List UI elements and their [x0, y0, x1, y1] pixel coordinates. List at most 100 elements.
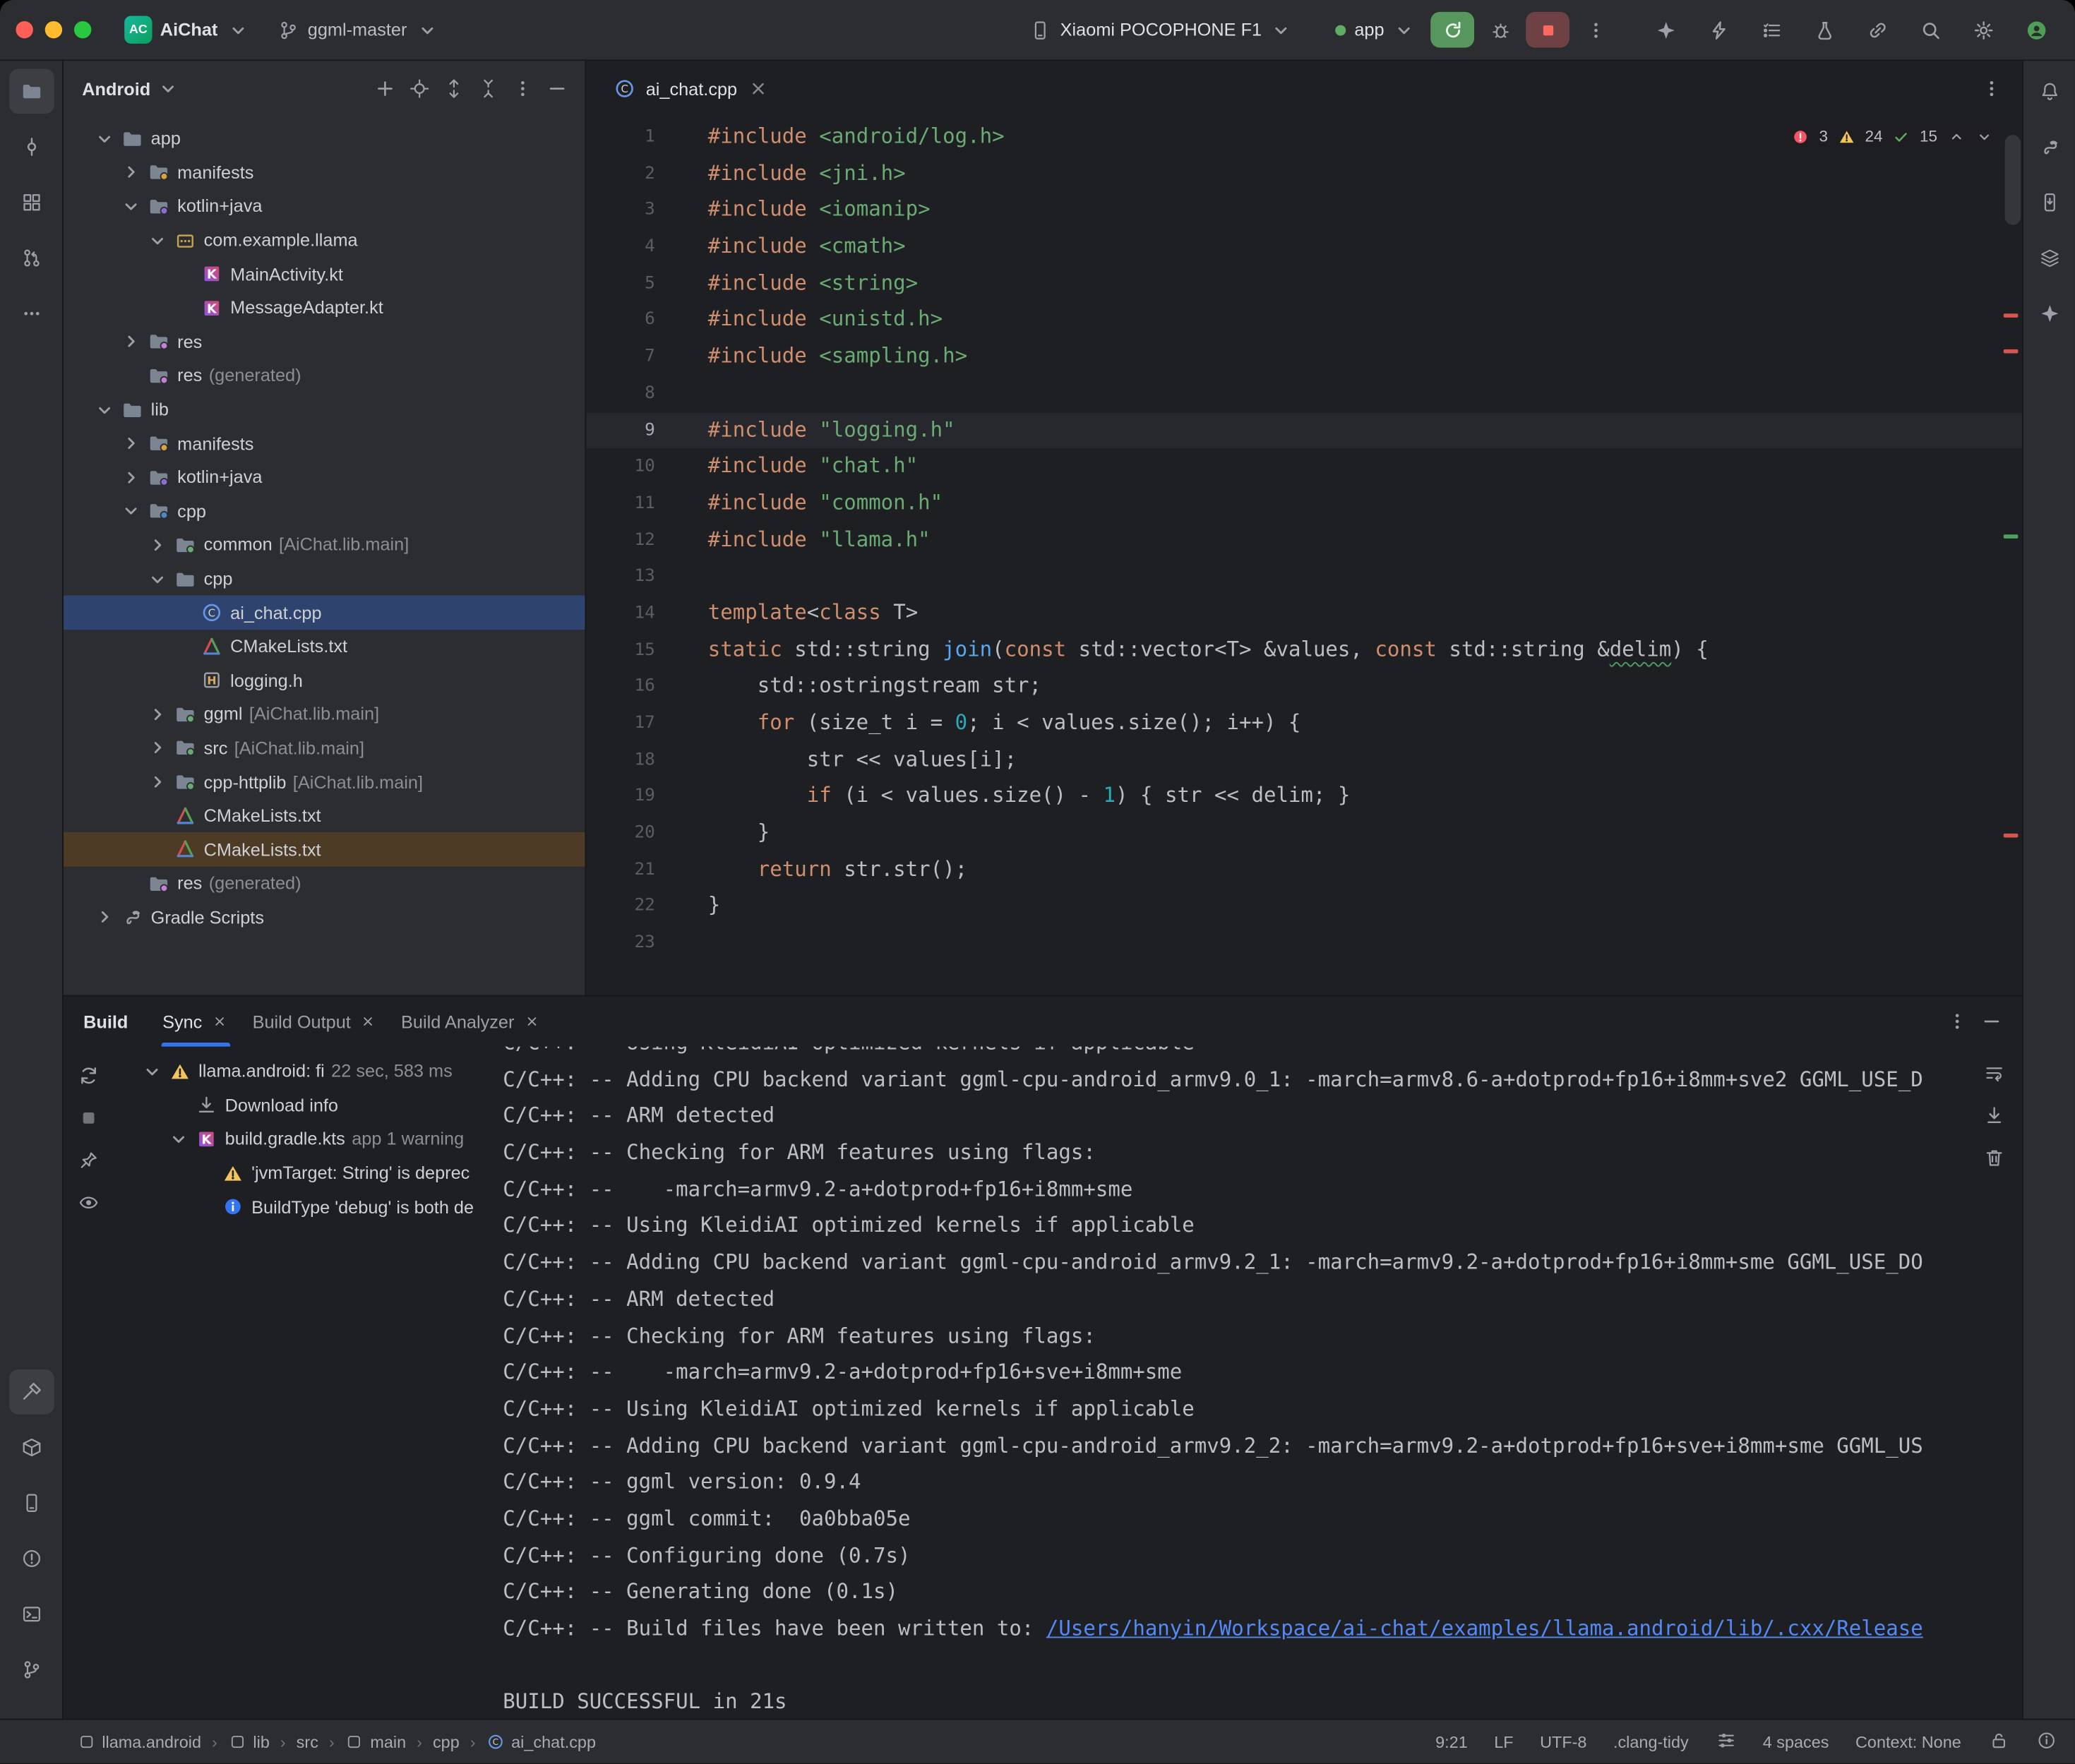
zoom-window-button[interactable] — [74, 21, 91, 38]
line-number[interactable]: 11 — [586, 486, 654, 522]
close-icon[interactable] — [522, 1012, 541, 1031]
breadcrumb-item-src[interactable]: src — [294, 1732, 321, 1751]
tree-item-src[interactable]: src [AiChat.lib.main] — [64, 731, 585, 765]
tool-strip-notifications[interactable] — [2027, 68, 2072, 114]
tool-strip-build[interactable] — [8, 1369, 54, 1415]
code-line-15[interactable]: 15static std::string join(const std::vec… — [586, 632, 2022, 668]
device-selector[interactable]: Xiaomi POCOPHONE F1 — [1019, 13, 1303, 47]
tool-strip-packages[interactable] — [8, 1425, 54, 1470]
run-configuration-selector[interactable]: app — [1327, 13, 1425, 47]
tool-strip-gradle[interactable] — [2027, 124, 2072, 169]
options-kebab-button[interactable] — [506, 71, 540, 106]
line-number[interactable]: 1 — [586, 119, 654, 156]
chev-right-icon[interactable] — [119, 431, 143, 455]
collapse-all-button[interactable] — [471, 71, 506, 106]
chev-down-icon[interactable] — [119, 499, 143, 523]
code-line-16[interactable]: 16 std::ostringstream str; — [586, 668, 2022, 705]
code-line-3[interactable]: 3#include <iomanip> — [586, 192, 2022, 229]
line-number[interactable]: 17 — [586, 705, 654, 742]
code-line-13[interactable]: 13 — [586, 558, 2022, 595]
tree-item-cmakelists-txt[interactable]: CMakeLists.txt — [64, 799, 585, 833]
tree-item-res[interactable]: res — [64, 325, 585, 359]
search-everywhere-button[interactable] — [1910, 12, 1951, 48]
editor-scrollbar[interactable] — [2005, 135, 2021, 224]
code-line-20[interactable]: 20 } — [586, 815, 2022, 852]
tree-item-llama-android-fi[interactable]: llama.android: fi 22 sec, 583 ms — [114, 1055, 500, 1088]
line-number[interactable]: 7 — [586, 339, 654, 376]
status-lock-widget[interactable] — [1987, 1729, 2009, 1754]
code-line-4[interactable]: 4#include <cmath> — [586, 229, 2022, 265]
tree-item-res[interactable]: res (generated) — [64, 359, 585, 392]
line-number[interactable]: 10 — [586, 449, 654, 486]
eye-button[interactable] — [71, 1184, 107, 1220]
tree-item-jvmtarget-string-is-deprec[interactable]: 'jvmTarget: String' is deprec — [114, 1156, 500, 1190]
breadcrumb-item-main[interactable]: main — [342, 1732, 409, 1751]
project-view-mode-selector[interactable]: Android — [82, 77, 179, 101]
editor-tab-ai-chat-cpp[interactable]: C ai_chat.cpp — [599, 61, 784, 116]
tool-strip-terminal[interactable] — [8, 1592, 54, 1637]
vcs-branch-widget[interactable]: ggml-master — [267, 13, 448, 47]
chev-down-icon[interactable] — [92, 127, 116, 151]
line-number[interactable]: 12 — [586, 522, 654, 559]
code-line-7[interactable]: 7#include <sampling.h> — [586, 339, 2022, 376]
status-formatter-widget[interactable] — [1715, 1729, 1736, 1754]
code-line-17[interactable]: 17 for (size_t i = 0; i < values.size();… — [586, 705, 2022, 742]
status-widget-utf-8[interactable]: UTF-8 — [1540, 1732, 1586, 1751]
line-number[interactable]: 2 — [586, 156, 654, 193]
close-tab-icon[interactable] — [746, 77, 770, 101]
run-anything-button[interactable] — [1698, 12, 1739, 48]
stop-square-button[interactable] — [71, 1100, 107, 1136]
tool-strip-device-explorer[interactable] — [2027, 180, 2072, 225]
tree-item-app[interactable]: app — [64, 121, 585, 155]
line-number[interactable]: 6 — [586, 302, 654, 339]
status-info-outline-widget[interactable] — [2035, 1729, 2057, 1754]
tool-strip-assistant[interactable] — [2027, 291, 2072, 336]
tree-item-manifests[interactable]: manifests — [64, 155, 585, 189]
tree-item-manifests[interactable]: manifests — [64, 426, 585, 460]
close-window-button[interactable] — [16, 21, 32, 38]
inspection-widget[interactable]: 3 24 15 — [1783, 124, 2001, 148]
rerun-button[interactable] — [1430, 12, 1474, 48]
more-run-options-button[interactable] — [1574, 12, 1615, 48]
expand-all-button[interactable] — [437, 71, 472, 106]
tree-item-common[interactable]: common [AiChat.lib.main] — [64, 528, 585, 562]
code-line-10[interactable]: 10#include "chat.h" — [586, 449, 2022, 486]
tree-item-ai-chat-cpp[interactable]: Cai_chat.cpp — [64, 596, 585, 630]
chev-right-icon[interactable] — [145, 736, 169, 760]
tree-item-gradle-scripts[interactable]: Gradle Scripts — [64, 901, 585, 935]
chev-right-icon[interactable] — [119, 465, 143, 489]
plus-button[interactable] — [368, 71, 402, 106]
build-tab-build-output[interactable]: Build Output — [241, 996, 389, 1046]
code-line-2[interactable]: 2#include <jni.h> — [586, 156, 2022, 193]
status-widget-lf[interactable]: LF — [1494, 1732, 1513, 1751]
tree-item-cpp-httplib[interactable]: cpp-httplib [AiChat.lib.main] — [64, 765, 585, 799]
line-number[interactable]: 5 — [586, 265, 654, 302]
line-number[interactable]: 18 — [586, 742, 654, 779]
tool-strip-device-manager[interactable] — [8, 1480, 54, 1525]
line-number[interactable]: 9 — [586, 412, 654, 449]
gemini-button[interactable] — [1645, 12, 1686, 48]
chev-down-icon[interactable] — [167, 1127, 191, 1151]
chev-down-icon[interactable] — [145, 228, 169, 252]
build-console[interactable]: C/C++: -- Using KleidiAI optimized kerne… — [501, 1047, 2023, 1719]
tool-strip-layout-inspector[interactable] — [2027, 236, 2072, 281]
hide-panel-button[interactable] — [540, 71, 575, 106]
code-line-18[interactable]: 18 str << values[i]; — [586, 742, 2022, 779]
chev-down-icon[interactable] — [92, 397, 116, 421]
tree-item-cmakelists-txt[interactable]: CMakeLists.txt — [64, 833, 585, 867]
line-number[interactable]: 21 — [586, 852, 654, 889]
close-icon[interactable] — [359, 1012, 377, 1031]
status-widget-9-21[interactable]: 9:21 — [1435, 1732, 1468, 1751]
breadcrumb-item-llama-android[interactable]: llama.android — [74, 1732, 204, 1751]
tool-strip-structure[interactable] — [8, 180, 54, 225]
code-line-21[interactable]: 21 return str.str(); — [586, 852, 2022, 889]
tree-item-kotlin-java[interactable]: kotlin+java — [64, 189, 585, 223]
tree-item-build-gradle-kts[interactable]: Kbuild.gradle.kts app 1 warning — [114, 1122, 500, 1156]
line-number[interactable]: 4 — [586, 229, 654, 265]
code-line-11[interactable]: 11#include "common.h" — [586, 486, 2022, 522]
code-line-23[interactable]: 23 — [586, 925, 2022, 961]
tree-item-logging-h[interactable]: Hlogging.h — [64, 664, 585, 697]
tree-item-mainactivity-kt[interactable]: KMainActivity.kt — [64, 257, 585, 291]
chev-right-icon[interactable] — [119, 161, 143, 185]
code-line-19[interactable]: 19 if (i < values.size() - 1) { str << d… — [586, 779, 2022, 815]
